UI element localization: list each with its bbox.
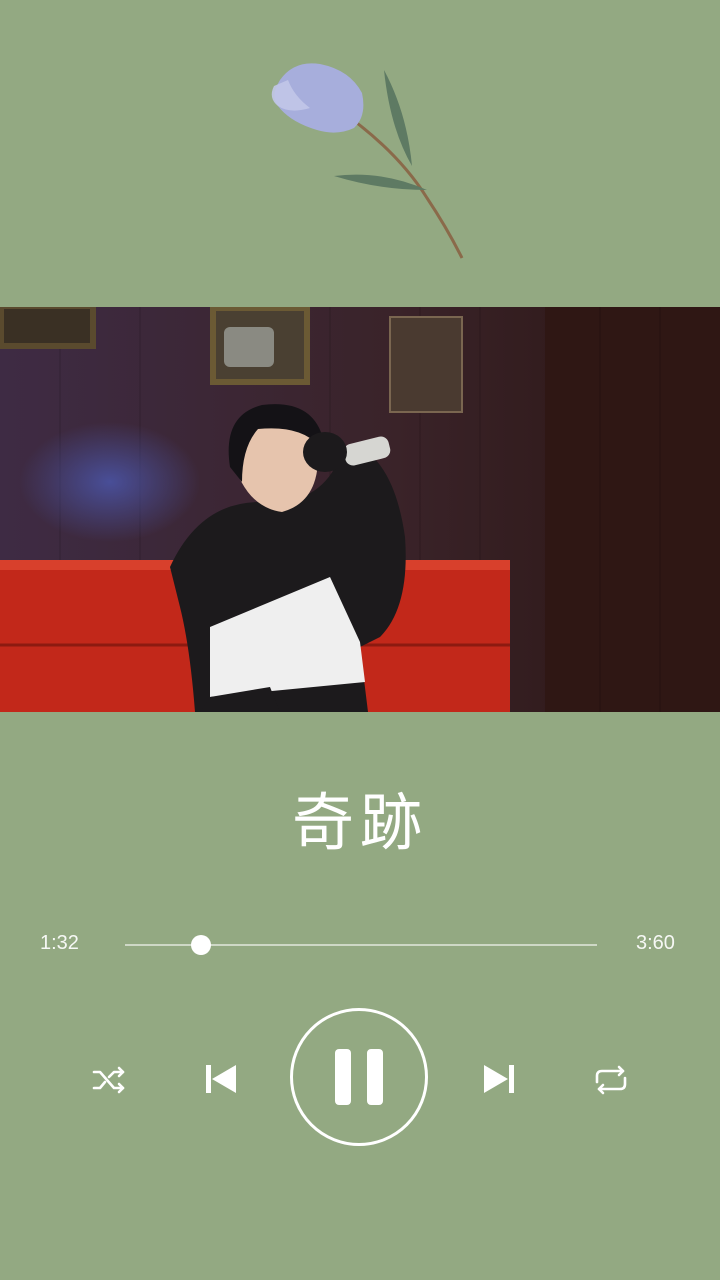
pause-button[interactable] — [290, 1008, 428, 1146]
progress-thumb[interactable] — [190, 935, 211, 955]
previous-track-button[interactable] — [198, 1057, 242, 1101]
total-time: 3:60 — [636, 932, 675, 954]
skip-previous-icon — [200, 1059, 240, 1099]
music-player-screen: 奇跡 1:32 3:60 — [0, 0, 720, 1280]
shuffle-icon — [89, 1060, 129, 1100]
next-track-button[interactable] — [478, 1057, 522, 1101]
flower-illustration — [262, 58, 472, 268]
pause-icon — [329, 1047, 389, 1107]
shuffle-button[interactable] — [87, 1058, 131, 1102]
elapsed-time: 1:32 — [40, 932, 79, 954]
song-title: 奇跡 — [291, 786, 428, 859]
skip-next-icon — [480, 1059, 520, 1099]
video-frame — [0, 307, 720, 712]
repeat-button[interactable] — [589, 1058, 633, 1102]
repeat-icon — [591, 1060, 631, 1100]
